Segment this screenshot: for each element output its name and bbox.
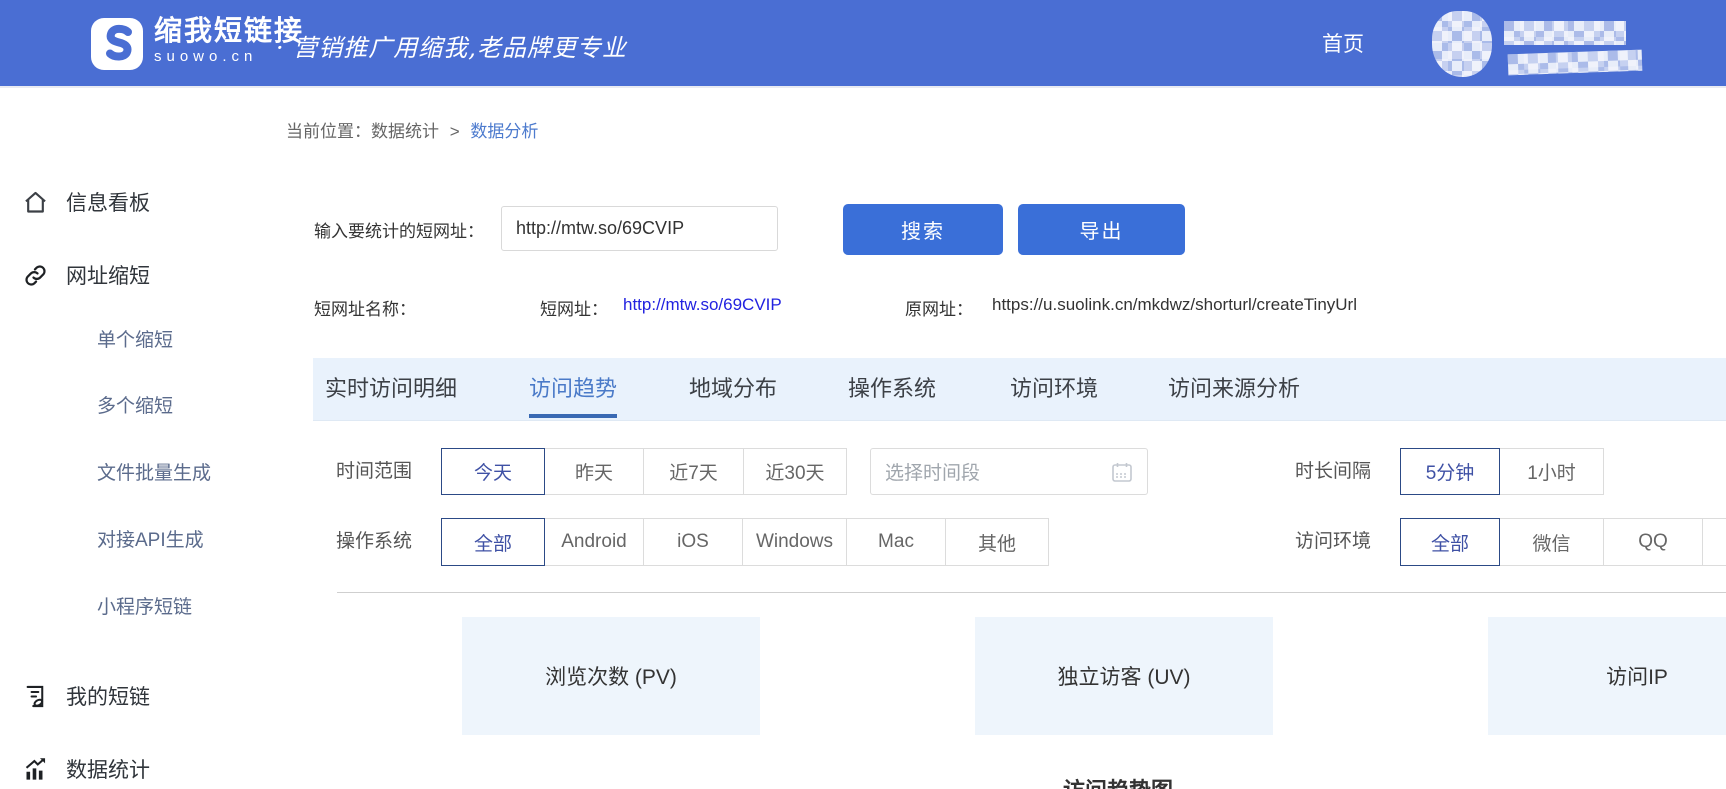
short-url-input-label: 输入要统计的短网址： [314,217,484,242]
sidebar-item-single-shorten[interactable]: 单个缩短 [0,321,297,355]
search-button[interactable]: 搜索 [843,204,1003,255]
page: 缩我短链接 suowo.cn · 营销推广用缩我,老品牌更专业 首页 当前位置：… [0,0,1726,789]
sidebar-item-api[interactable]: 对接API生成 [0,521,297,555]
stat-card-ip[interactable]: 访问IP [1488,617,1726,735]
env-option-clipped[interactable] [1702,518,1726,566]
sidebar-item-file-batch[interactable]: 文件批量生成 [0,454,297,488]
stat-card-uv[interactable]: 独立访客 (UV) [975,617,1273,735]
tab-source-analysis[interactable]: 访问来源分析 [1168,358,1300,418]
os-option-all[interactable]: 全部 [441,518,545,566]
avatar[interactable] [1432,11,1492,77]
sidebar-item-label: 单个缩短 [97,325,173,352]
brand-tagline: · 营销推广用缩我,老品牌更专业 [276,28,627,63]
original-url-value: https://u.suolink.cn/mkdwz/shorturl/crea… [992,295,1357,315]
os-option-windows[interactable]: Windows [742,518,847,566]
bar-chart-icon [22,756,49,783]
short-url-input[interactable] [501,206,778,251]
breadcrumb-prefix: 当前位置： [286,122,371,141]
os-filter-label: 操作系统 [336,518,412,565]
analytics-tabbar: 实时访问明细 访问趋势 地域分布 操作系统 访问环境 访问来源分析 [313,358,1726,421]
interval-option-5min[interactable]: 5分钟 [1400,448,1500,495]
env-option-qq[interactable]: QQ [1603,518,1703,566]
sidebar-item-shorten[interactable]: 网址缩短 [0,258,297,292]
username-blurred-line-2 [1508,50,1643,76]
os-option-mac[interactable]: Mac [846,518,946,566]
time-option-30days[interactable]: 近30天 [743,448,847,495]
environment-label: 访问环境 [1295,518,1371,565]
short-url-name-label: 短网址名称： [314,295,416,320]
breadcrumb-section[interactable]: 数据统计 [371,122,439,141]
username-blurred-line-1 [1504,21,1626,45]
sidebar-item-label: 网址缩短 [66,260,150,290]
interval-option-1hour[interactable]: 1小时 [1499,448,1604,495]
sidebar-item-label: 多个缩短 [97,391,173,418]
os-group: 全部 Android iOS Windows Mac 其他 [441,518,1049,566]
time-option-today[interactable]: 今天 [441,448,545,495]
breadcrumb-current[interactable]: 数据分析 [470,122,538,141]
interval-group: 5分钟 1小时 [1400,448,1604,495]
sidebar-item-dashboard[interactable]: 信息看板 [0,185,297,219]
calendar-icon [1111,461,1133,483]
os-option-other[interactable]: 其他 [945,518,1049,566]
environment-group: 全部 微信 QQ [1400,518,1726,566]
date-range-picker[interactable]: 选择时间段 [870,448,1148,495]
breadcrumb-separator: > [450,122,460,141]
section-divider [337,592,1726,593]
short-url-value[interactable]: http://mtw.so/69CVIP [623,295,782,315]
export-button[interactable]: 导出 [1018,204,1185,255]
sidebar-item-label: 文件批量生成 [97,458,211,485]
document-link-icon [22,683,49,710]
short-url-label: 短网址： [540,295,608,320]
sidebar-item-label: 数据统计 [66,754,150,784]
sidebar-item-miniprogram[interactable]: 小程序短链 [0,588,297,622]
sidebar-item-my-links[interactable]: 我的短链 [0,679,297,713]
home-icon [22,189,49,216]
link-icon [22,262,49,289]
time-option-yesterday[interactable]: 昨天 [544,448,644,495]
time-range-group: 今天 昨天 近7天 近30天 [441,448,847,495]
top-header: 缩我短链接 suowo.cn · 营销推广用缩我,老品牌更专业 首页 [0,0,1726,88]
brand-logo-icon[interactable] [90,17,144,71]
os-option-android[interactable]: Android [544,518,644,566]
time-option-7days[interactable]: 近7天 [643,448,744,495]
original-url-label: 原网址： [905,295,973,320]
interval-label: 时长间隔 [1295,448,1371,495]
tab-os[interactable]: 操作系统 [848,358,936,418]
breadcrumb: 当前位置：数据统计 > 数据分析 [286,117,538,142]
time-range-label: 时间范围 [336,448,412,495]
env-option-wechat[interactable]: 微信 [1499,518,1604,566]
os-option-ios[interactable]: iOS [643,518,743,566]
sidebar-item-label: 对接API生成 [97,525,204,552]
tab-realtime-detail[interactable]: 实时访问明细 [325,358,457,418]
sidebar-item-label: 信息看板 [66,187,150,217]
sidebar-item-label: 小程序短链 [97,592,192,619]
sidebar-item-label: 我的短链 [66,681,150,711]
date-range-placeholder: 选择时间段 [885,458,1111,485]
trend-chart-title: 访问趋势图 [1063,773,1173,789]
tab-region[interactable]: 地域分布 [689,358,777,418]
nav-home-link[interactable]: 首页 [1322,28,1364,58]
sidebar-item-multi-shorten[interactable]: 多个缩短 [0,387,297,421]
tab-environment[interactable]: 访问环境 [1010,358,1098,418]
tab-visit-trend[interactable]: 访问趋势 [529,358,617,418]
env-option-all[interactable]: 全部 [1400,518,1500,566]
stat-card-pv[interactable]: 浏览次数 (PV) [462,617,760,735]
sidebar-item-statistics[interactable]: 数据统计 [0,752,297,786]
